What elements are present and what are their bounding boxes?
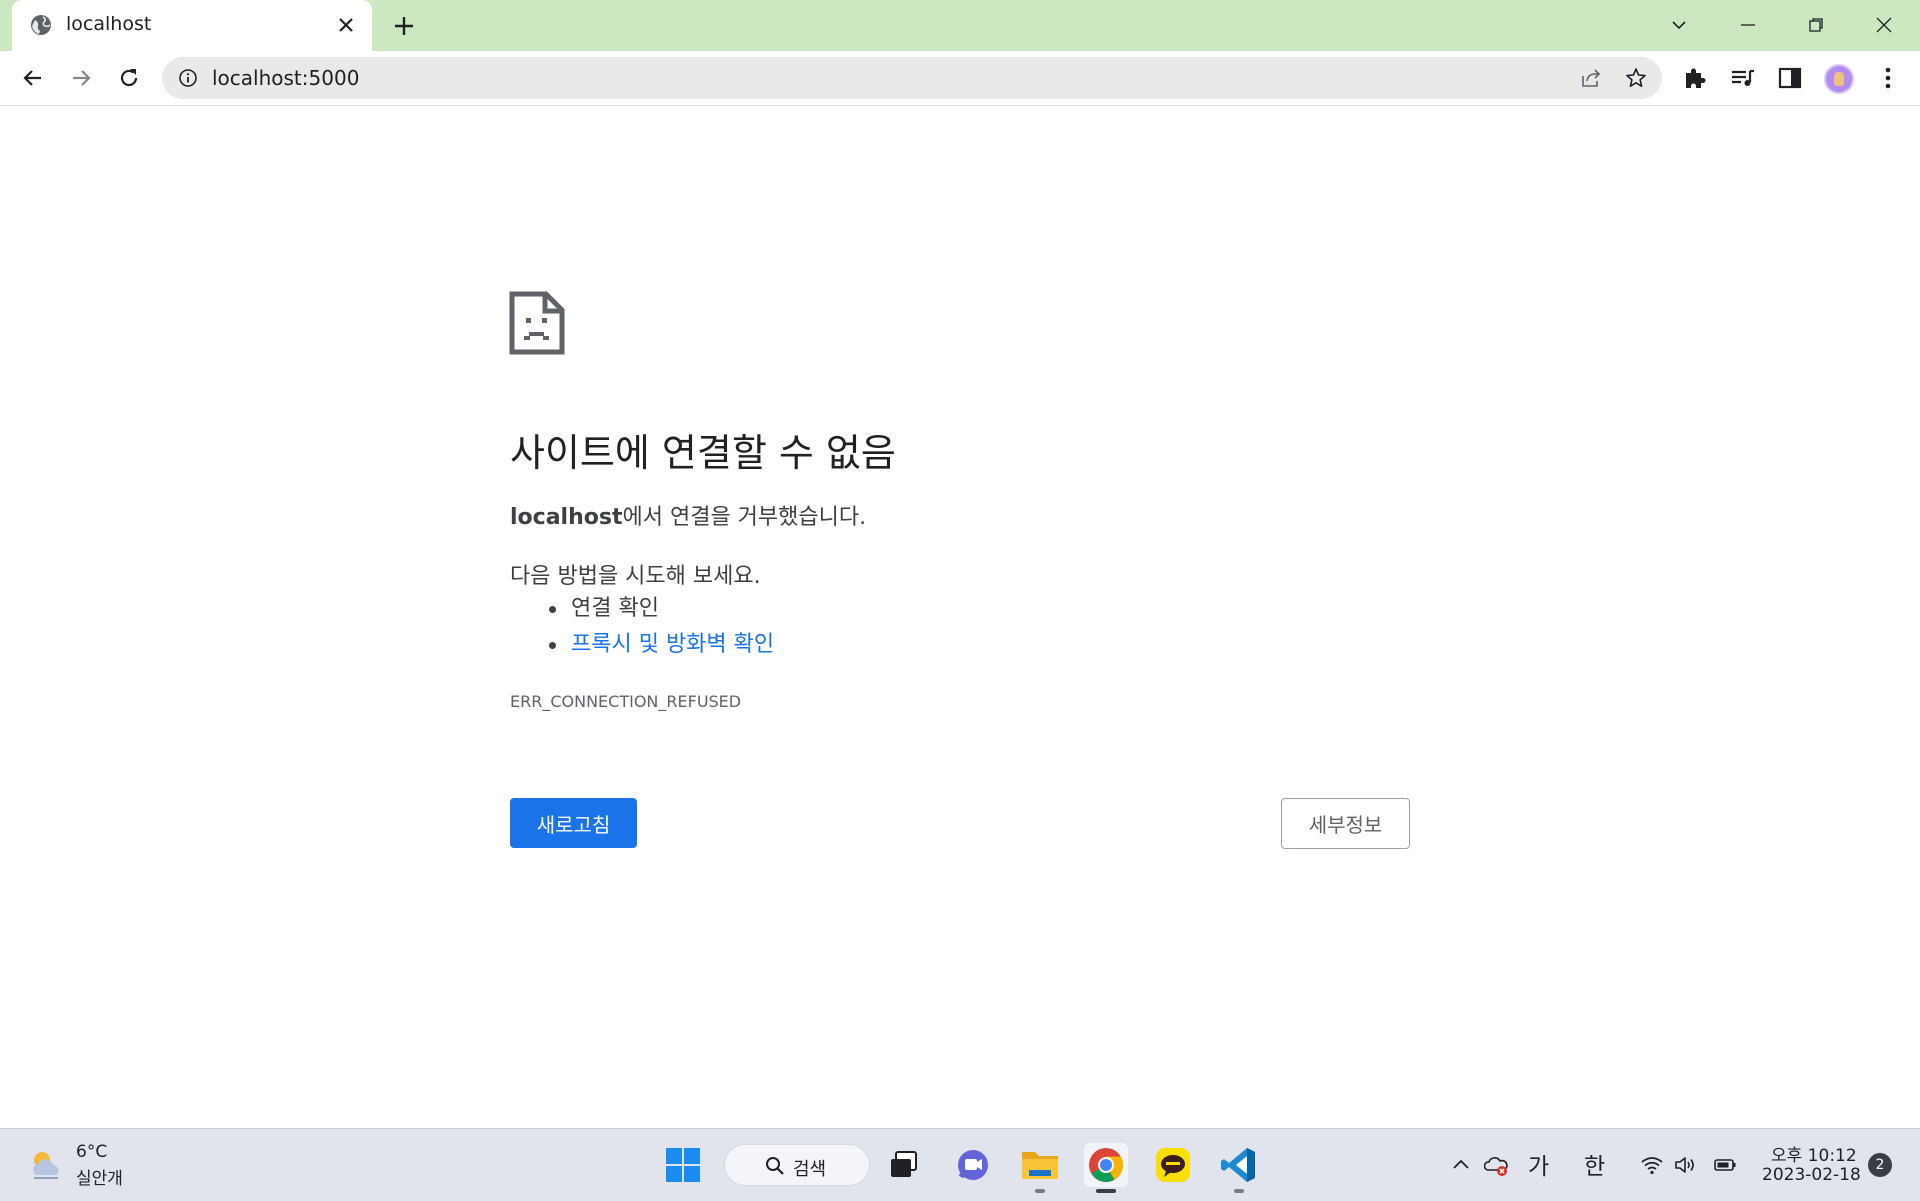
minimize-icon — [1741, 24, 1755, 26]
side-panel-icon[interactable] — [1776, 64, 1804, 92]
minimize-button[interactable] — [1733, 10, 1763, 40]
title-bar: localhost — [0, 0, 1920, 51]
chrome-button[interactable] — [1084, 1143, 1128, 1193]
kakaotalk-icon — [1156, 1148, 1190, 1182]
list-item: 연결 확인 — [510, 591, 774, 627]
clock-date[interactable]: 2023-02-18 — [1762, 1165, 1861, 1185]
weather-temperature[interactable]: 6°C — [76, 1142, 107, 1162]
onedrive-error-icon[interactable] — [1484, 1153, 1508, 1177]
reload-button[interactable] — [114, 63, 144, 93]
globe-icon — [31, 15, 51, 35]
suggestion-proxy-firewall-link[interactable]: 프록시 및 방화벽 확인 — [571, 632, 774, 657]
running-indicator — [1234, 1189, 1244, 1193]
arrow-left-icon — [23, 70, 41, 86]
error-host: localhost — [510, 505, 623, 530]
error-message-suffix: 에서 연결을 거부했습니다. — [622, 505, 867, 530]
forward-button[interactable] — [66, 63, 96, 93]
more-menu-icon[interactable] — [1874, 64, 1902, 92]
weather-condition[interactable]: 실안개 — [76, 1164, 123, 1189]
battery-icon[interactable] — [1713, 1153, 1737, 1177]
chevron-down-icon — [1672, 21, 1686, 30]
suggestions-list: 연결 확인 프록시 및 방화벽 확인 — [510, 591, 774, 663]
file-explorer-button[interactable] — [1018, 1143, 1062, 1193]
error-page: 사이트에 연결할 수 없음 localhost에서 연결을 거부했습니다. 다음… — [0, 106, 1920, 1128]
chat-icon — [958, 1150, 988, 1180]
wifi-icon[interactable] — [1640, 1153, 1664, 1177]
suggestions-heading: 다음 방법을 시도해 보세요. — [510, 564, 761, 589]
windows-logo-icon — [666, 1148, 700, 1182]
media-queue-icon[interactable] — [1729, 64, 1757, 92]
vscode-icon — [1221, 1148, 1255, 1182]
extensions-puzzle-icon[interactable] — [1681, 64, 1709, 92]
taskbar-search[interactable]: 검색 — [724, 1144, 870, 1186]
weather-cloud-sun-icon[interactable] — [26, 1145, 66, 1185]
browser-toolbar: localhost:5000 — [0, 51, 1920, 106]
new-tab-icon[interactable] — [392, 14, 416, 38]
close-window-button[interactable] — [1869, 10, 1899, 40]
share-icon[interactable] — [1580, 67, 1602, 89]
arrow-right-icon — [73, 70, 91, 86]
address-bar[interactable]: localhost:5000 — [162, 57, 1662, 99]
browser-tab-localhost[interactable]: localhost — [12, 0, 372, 51]
error-message: localhost에서 연결을 거부했습니다. — [510, 499, 866, 531]
start-button[interactable] — [661, 1143, 705, 1187]
windows-taskbar: 6°C 실안개 검색 가 한 오후 10:12 2023-02-18 2 — [0, 1128, 1920, 1201]
profile-avatar[interactable] — [1824, 64, 1854, 94]
folder-icon — [1022, 1152, 1058, 1179]
details-button[interactable]: 세부정보 — [1281, 798, 1410, 849]
restore-button[interactable] — [1801, 10, 1831, 40]
restore-icon — [1809, 18, 1823, 32]
chrome-logo-icon — [1089, 1148, 1123, 1182]
error-title: 사이트에 연결할 수 없음 — [510, 431, 896, 475]
ime-language[interactable]: 한 — [1584, 1147, 1605, 1181]
error-code: ERR_CONNECTION_REFUSED — [510, 692, 742, 711]
clock-time[interactable]: 오후 10:12 — [1771, 1141, 1857, 1166]
tab-search-button[interactable] — [1664, 10, 1694, 40]
suggestion-check-connection: 연결 확인 — [571, 596, 659, 621]
search-label: 검색 — [793, 1159, 827, 1180]
url-text[interactable]: localhost:5000 — [212, 66, 359, 90]
kakaotalk-button[interactable] — [1151, 1143, 1195, 1187]
running-indicator — [1035, 1189, 1045, 1193]
reload-page-button[interactable]: 새로고침 — [510, 798, 637, 848]
close-tab-icon[interactable] — [336, 15, 356, 35]
sad-document-icon — [509, 291, 565, 355]
chevron-up-icon[interactable] — [1449, 1153, 1473, 1177]
task-view-icon — [891, 1151, 917, 1177]
tab-title: localhost — [66, 13, 152, 35]
bookmark-star-icon[interactable] — [1624, 66, 1648, 90]
volume-icon[interactable] — [1673, 1153, 1697, 1177]
active-indicator — [1096, 1189, 1116, 1193]
close-icon — [1876, 17, 1892, 33]
vscode-button[interactable] — [1217, 1143, 1261, 1193]
list-item: 프록시 및 방화벽 확인 — [510, 627, 774, 663]
ime-mode[interactable]: 가 — [1528, 1147, 1549, 1181]
search-icon — [766, 1157, 784, 1175]
avatar-face — [1834, 72, 1844, 86]
info-icon[interactable] — [178, 68, 198, 88]
notification-badge[interactable]: 2 — [1868, 1153, 1892, 1177]
reload-icon — [120, 69, 138, 87]
back-button[interactable] — [18, 63, 48, 93]
teams-chat-button[interactable] — [951, 1143, 995, 1187]
task-view-button[interactable] — [883, 1143, 927, 1187]
